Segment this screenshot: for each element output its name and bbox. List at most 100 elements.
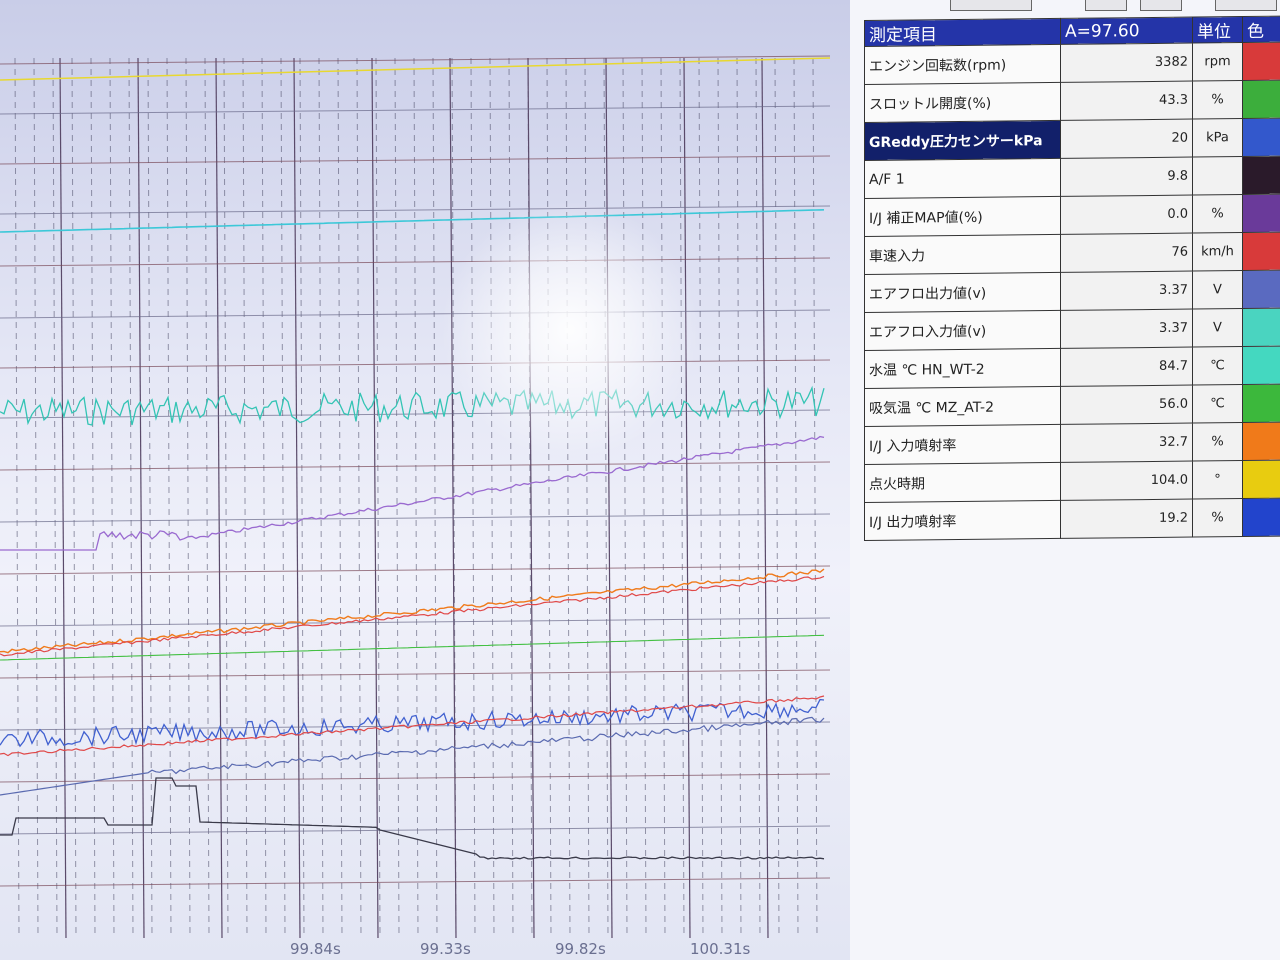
color-swatch[interactable] [1242,118,1280,157]
grid-line-minor [546,57,552,939]
grid-line-horizontal [0,825,831,835]
color-swatch[interactable] [1242,498,1280,537]
table-row[interactable]: 点火時期 104.0 ° [864,460,1280,503]
table-row[interactable]: A/F 1 9.8 [864,156,1280,199]
grid-line-minor [33,57,39,939]
table-row[interactable]: GReddy圧力センサーkPa 20 kPa [864,118,1280,161]
time-tick-label: 99.82s [555,940,606,958]
grid-line-minor [679,57,685,939]
measurement-name[interactable]: 水温 ℃ HN_WT-2 [864,348,1061,389]
color-swatch[interactable] [1242,460,1280,499]
table-header-row: 測定項目 A=97.60 単位 色 [864,16,1280,47]
color-swatch[interactable] [1242,156,1280,195]
toolbar-button[interactable] [1215,0,1277,11]
grid-line-major [293,57,301,939]
table-row[interactable]: 吸気温 ℃ MZ_AT-2 56.0 ℃ [864,384,1280,427]
measurement-unit: ℃ [1192,346,1243,386]
log-chart-area[interactable]: 99.84s 99.33s 99.82s 100.31s [0,0,850,960]
grid-line-minor [717,57,723,939]
measurement-name[interactable]: A/F 1 [864,158,1061,199]
measurement-name[interactable]: I/J 入力噴射率 [864,424,1061,465]
grid-line-minor [489,57,495,939]
grid-line-horizontal [0,461,831,471]
header-unit[interactable]: 単位 [1192,16,1243,44]
log-chart[interactable] [0,0,850,960]
table-row[interactable]: エアフロ出力値(v) 3.37 V [864,270,1280,313]
grid-line-minor [223,57,229,939]
grid-line-minor [470,57,476,939]
color-swatch[interactable] [1242,80,1280,119]
toolbar-dropdown[interactable] [950,0,1032,11]
trace-orange [0,568,825,654]
measurement-value: 0.0 [1060,195,1193,235]
grid-line-minor [736,57,742,939]
grid-line-horizontal [0,773,831,783]
color-swatch[interactable] [1242,422,1280,461]
color-swatch[interactable] [1242,270,1280,309]
measurement-value: 56.0 [1060,385,1193,425]
table-row[interactable]: I/J 補正MAP値(%) 0.0% [864,194,1280,237]
measurement-name[interactable]: 吸気温 ℃ MZ_AT-2 [864,386,1061,427]
measurement-name[interactable]: 点火時期 [864,462,1061,503]
table-row[interactable]: エンジン回転数(rpm) 3382 rpm [864,42,1280,85]
measurement-value: 43.3 [1060,81,1193,121]
grid-line-minor [793,57,799,939]
color-swatch[interactable] [1242,384,1280,423]
grid-line-minor [90,57,96,939]
measurement-unit: rpm [1192,42,1243,82]
grid-line-minor [128,57,134,939]
measurement-value: 3.37 [1060,309,1193,349]
table-row[interactable]: I/J 入力噴射率 32.7% [864,422,1280,465]
color-swatch[interactable] [1242,232,1280,271]
measurement-unit: ℃ [1192,384,1243,424]
measurement-value: 32.7 [1060,423,1193,463]
grid-line-major [59,57,67,939]
grid-line-horizontal [0,669,831,679]
color-swatch[interactable] [1242,308,1280,347]
grid-line-minor [318,57,324,939]
measurement-name[interactable]: I/J 補正MAP値(%) [864,196,1061,237]
measurement-name[interactable]: GReddy圧力センサーkPa [864,120,1061,161]
grid-line-major [761,57,769,939]
search-icon[interactable] [1140,0,1182,11]
grid-line-horizontal [0,877,831,887]
color-swatch[interactable] [1242,346,1280,385]
table-row[interactable]: 水温 ℃ HN_WT-2 84.7 ℃ [864,346,1280,389]
measurement-name[interactable]: 車速入力 [864,234,1061,275]
measurement-name[interactable]: エアフロ入力値(v) [864,310,1061,351]
grid-line-minor [147,57,153,939]
measurement-unit: ° [1192,460,1243,500]
grid-line-minor [261,57,267,939]
grid-line-horizontal [0,565,831,575]
grid-line-minor [185,57,191,939]
trace-red [0,575,825,657]
measurement-value: 3382 [1060,43,1193,83]
table-row[interactable]: I/J 出力噴射率 19.2% [864,498,1280,541]
measurement-name[interactable]: スロットル開度(%) [864,82,1061,123]
grid-line-minor [166,57,172,939]
grid-line-minor [14,57,20,939]
header-cursor-value[interactable]: A=97.60 [1060,17,1193,45]
measurement-name[interactable]: I/J 出力噴射率 [864,500,1061,541]
toolbar-button[interactable] [1085,0,1127,11]
header-measurement-item[interactable]: 測定項目 [864,18,1061,47]
header-color[interactable]: 色 [1242,16,1280,43]
panel-toolbar [850,0,1280,18]
table-row[interactable]: 車速入力 76 km/h [864,232,1280,275]
grid-line-minor [812,57,818,939]
color-swatch[interactable] [1242,42,1280,81]
table-row[interactable]: スロットル開度(%) 43.3% [864,80,1280,123]
measurement-name[interactable]: エアフロ出力値(v) [864,272,1061,313]
time-tick-label: 99.84s [290,940,341,958]
grid-line-minor [774,57,780,939]
measurement-unit: V [1192,308,1243,348]
grid-line-minor [584,57,590,939]
table-row[interactable]: エアフロ入力値(v) 3.37 V [864,308,1280,351]
measurement-value: 19.2 [1060,499,1193,539]
grid-line-horizontal [0,105,831,115]
measurement-value: 20 [1060,119,1193,159]
measurement-value: 104.0 [1060,461,1193,501]
grid-line-minor [52,57,58,939]
color-swatch[interactable] [1242,194,1280,233]
measurement-name[interactable]: エンジン回転数(rpm) [864,44,1061,85]
